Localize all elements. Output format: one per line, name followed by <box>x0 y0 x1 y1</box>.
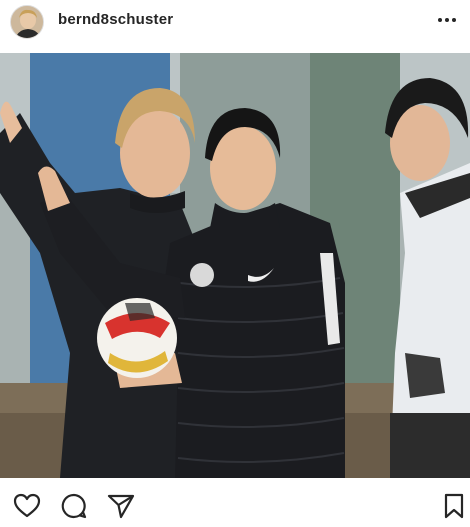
comment-icon[interactable] <box>60 492 88 520</box>
post-photo[interactable] <box>0 53 470 478</box>
profile-avatar[interactable] <box>10 5 44 39</box>
post-username[interactable]: bernd8schuster <box>58 11 173 28</box>
send-icon[interactable] <box>107 492 135 520</box>
bookmark-icon[interactable] <box>440 492 468 520</box>
more-options-icon[interactable] <box>434 9 460 31</box>
post-header: bernd8schuster <box>0 0 470 44</box>
post-actions-bar <box>0 478 470 527</box>
heart-icon[interactable] <box>13 492 41 520</box>
